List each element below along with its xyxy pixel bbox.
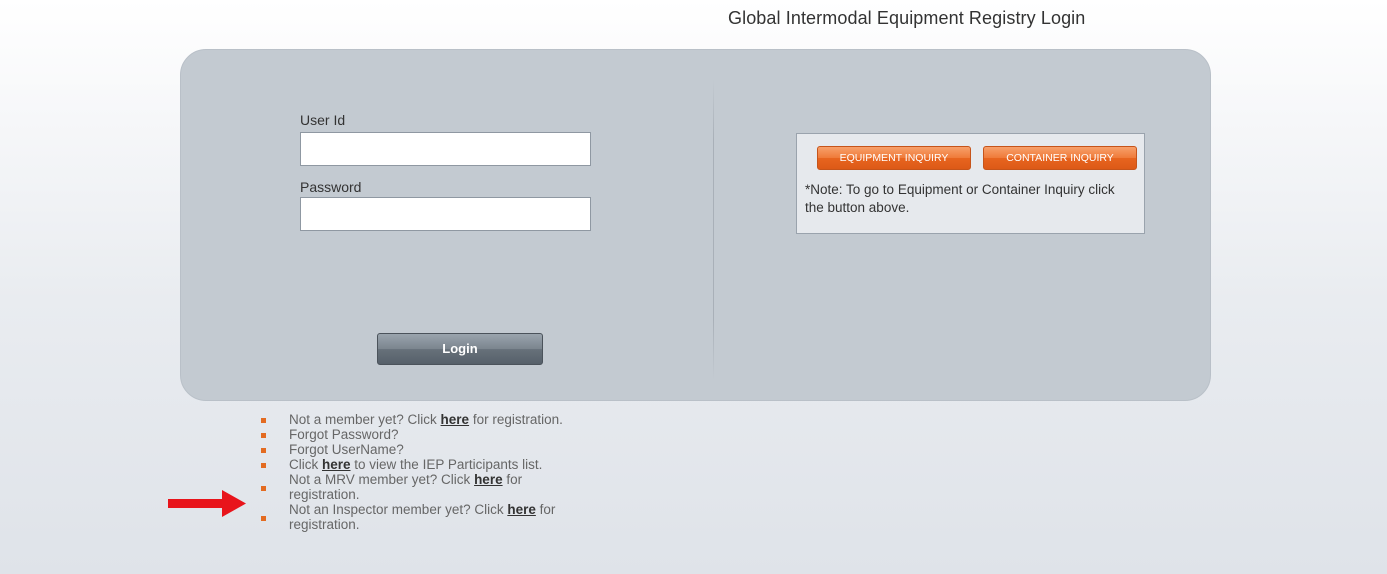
inquiry-box: EQUIPMENT INQUIRY CONTAINER INQUIRY *Not… — [796, 133, 1145, 234]
link-text-after: for — [502, 472, 523, 487]
bullet-icon — [261, 486, 266, 491]
inquiry-note: *Note: To go to Equipment or Container I… — [805, 182, 1115, 215]
link-text-after: for registration. — [469, 412, 563, 427]
list-item-mrv-registration: Not a MRV member yet? Click here for reg… — [258, 472, 658, 502]
bullet-icon — [261, 463, 266, 468]
list-item-registration: Not a member yet? Click here for registr… — [258, 412, 658, 427]
link-text-line2: registration. — [289, 487, 360, 502]
user-id-label: User Id — [300, 112, 346, 128]
panel-divider — [713, 80, 714, 380]
equipment-inquiry-button[interactable]: EQUIPMENT INQUIRY — [817, 146, 971, 170]
forgot-password-link[interactable]: Forgot Password? — [289, 427, 399, 442]
password-label: Password — [300, 179, 362, 195]
mrv-registration-here-link[interactable]: here — [474, 472, 503, 487]
link-text-after: for — [535, 502, 556, 517]
login-panel: User Id Password Login EQUIPMENT INQUIRY… — [180, 49, 1211, 401]
bullet-icon — [261, 516, 266, 521]
page-title: Global Intermodal Equipment Registry Log… — [728, 8, 1086, 28]
link-text-line2: registration. — [289, 517, 360, 532]
link-text-before: Not an Inspector member yet? Click — [289, 502, 508, 517]
list-item-iep-participants: Click here to view the IEP Participants … — [258, 457, 658, 472]
bullet-icon — [261, 418, 266, 423]
list-item-forgot-password: Forgot Password? — [258, 427, 658, 442]
password-input[interactable] — [300, 197, 591, 231]
link-text-before: Not a member yet? Click — [289, 412, 441, 427]
inspector-registration-here-link[interactable]: here — [507, 502, 536, 517]
link-text-after: to view the IEP Participants list. — [350, 457, 543, 472]
bullet-icon — [261, 448, 266, 453]
link-text-before: Not a MRV member yet? Click — [289, 472, 475, 487]
iep-participants-here-link[interactable]: here — [322, 457, 351, 472]
link-text-before: Click — [289, 457, 322, 472]
registration-here-link[interactable]: here — [441, 412, 470, 427]
list-item-inspector-registration: Not an Inspector member yet? Click here … — [258, 502, 658, 532]
user-id-input[interactable] — [300, 132, 591, 166]
container-inquiry-button[interactable]: CONTAINER INQUIRY — [983, 146, 1137, 170]
bullet-icon — [261, 433, 266, 438]
forgot-username-link[interactable]: Forgot UserName? — [289, 442, 404, 457]
login-button[interactable]: Login — [377, 333, 543, 365]
red-arrow-icon — [168, 490, 246, 517]
list-item-forgot-username: Forgot UserName? — [258, 442, 658, 457]
help-links-list: Not a member yet? Click here for registr… — [258, 412, 658, 532]
